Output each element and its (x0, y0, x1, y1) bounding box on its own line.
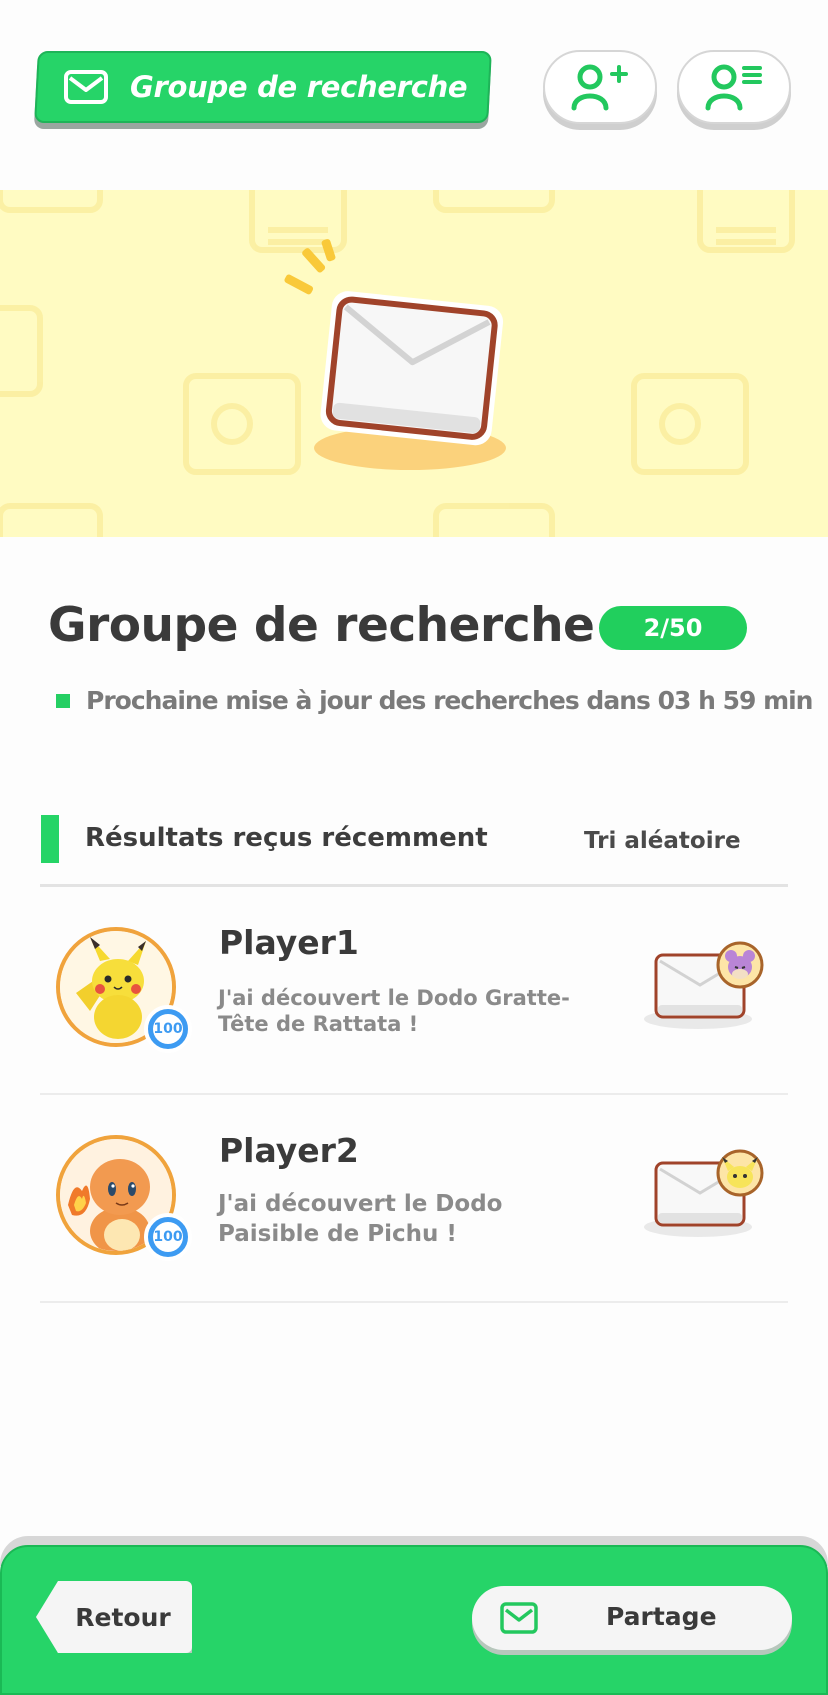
mail-icon (64, 70, 108, 104)
mail-icon (500, 1602, 538, 1634)
share-button-label: Partage (606, 1602, 717, 1631)
member-count-badge: 2/50 (599, 606, 747, 650)
list-item[interactable]: 100 Player1 J'ai découvert le Dodo Gratt… (40, 893, 788, 1098)
divider (40, 884, 788, 887)
divider (40, 1301, 788, 1303)
section-title: Résultats reçus récemment (85, 823, 488, 853)
add-friend-button[interactable] (543, 50, 657, 124)
list-item[interactable]: 100 Player2 J'ai découvert le Dodo Paisi… (40, 1101, 788, 1306)
player-message: J'ai découvert le Dodo Paisible de Pichu… (218, 1191, 503, 1247)
divider (40, 1093, 788, 1095)
pichu-icon (716, 1149, 764, 1197)
rattata-icon (716, 941, 764, 989)
sort-button[interactable]: Tri aléatoire (584, 828, 741, 854)
bullet-icon (56, 693, 70, 708)
player-name: Player2 (219, 1131, 359, 1170)
banner (0, 190, 828, 537)
update-text: Prochaine mise à jour des recherches dan… (86, 686, 813, 715)
update-info: Prochaine mise à jour des recherches dan… (56, 686, 813, 715)
back-button[interactable]: Retour (36, 1581, 192, 1653)
page-title: Groupe de recherche (48, 598, 595, 653)
back-button-label: Retour (75, 1602, 171, 1632)
friend-list-icon (705, 64, 762, 111)
level-badge: 100 (144, 1213, 192, 1261)
player-name: Player1 (219, 923, 359, 962)
section-accent-bar (41, 815, 59, 863)
share-button[interactable]: Partage (472, 1586, 792, 1650)
friend-list-button[interactable] (677, 50, 791, 124)
level-badge: 100 (144, 1005, 192, 1053)
add-friend-icon (571, 64, 628, 111)
header-title-tag: Groupe de recherche (36, 51, 490, 123)
header-title: Groupe de recherche (130, 70, 468, 104)
player-message: J'ai découvert le Dodo Gratte-Tête de Ra… (218, 986, 570, 1036)
banner-pattern (0, 190, 795, 537)
